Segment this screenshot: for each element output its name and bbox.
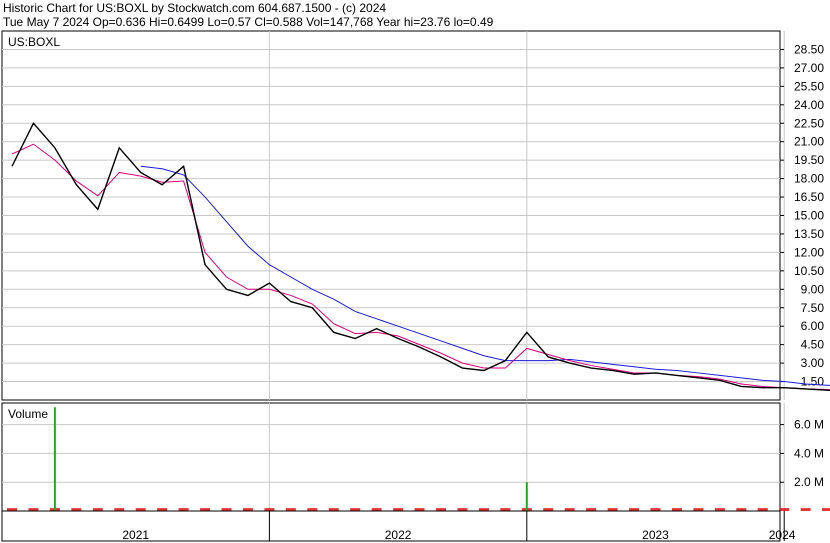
price-tick-label: 4.50	[801, 338, 825, 352]
x-axis-year-label: 2024	[769, 528, 796, 542]
price-tick-label: 22.50	[794, 116, 824, 130]
price-tick-label: 19.50	[794, 153, 824, 167]
price-tick-label: 10.50	[794, 264, 824, 278]
chart-canvas: US:BOXL 1.50 3.00 4.50 6.00 7.50 9.00 10.50 12.…	[1, 30, 830, 542]
x-axis-year-label: 2021	[122, 528, 149, 542]
price-tick-label: 9.00	[801, 282, 825, 296]
volume-tick-label: 2.0 M	[794, 475, 824, 489]
price-tick-label: 15.00	[794, 209, 824, 223]
price-tick-label: 25.50	[794, 79, 824, 93]
price-tick-label: 24.00	[794, 98, 824, 112]
volume-panel-frame	[1, 402, 781, 512]
price-tick-label: 7.50	[801, 301, 825, 315]
price-grid	[2, 31, 785, 400]
volume-bar	[822, 508, 830, 511]
price-tick-label: 28.50	[794, 42, 824, 56]
price-panel-title: US:BOXL	[8, 35, 60, 49]
price-tick-label: 3.00	[801, 356, 825, 370]
price-tick-label: 1.50	[801, 375, 825, 389]
volume-tick-label: 6.0 M	[794, 418, 824, 432]
price-tick-label: 21.00	[794, 135, 824, 149]
volume-spike-bar	[53, 407, 56, 511]
x-axis-year-label: 2022	[385, 528, 412, 542]
volume-spike-bar	[525, 482, 528, 511]
price-tick-label: 13.50	[794, 227, 824, 241]
volume-bar	[779, 508, 790, 511]
volume-bar	[800, 508, 811, 511]
volume-y-axis: 2.0 M 4.0 M 6.0 M	[780, 418, 824, 489]
price-tick-label: 16.50	[794, 190, 824, 204]
price-tick-label: 18.00	[794, 172, 824, 186]
x-axis-year-label: 2023	[642, 528, 669, 542]
price-y-axis: 1.50 3.00 4.50 6.00 7.50 9.00 10.50 12.00 13.50 1…	[780, 42, 825, 389]
volume-tick-label: 4.0 M	[794, 446, 824, 460]
price-tick-label: 6.00	[801, 319, 825, 333]
price-tick-label: 27.00	[794, 61, 824, 75]
volume-panel-title: Volume	[8, 407, 48, 421]
price-tick-label: 12.00	[794, 245, 824, 259]
